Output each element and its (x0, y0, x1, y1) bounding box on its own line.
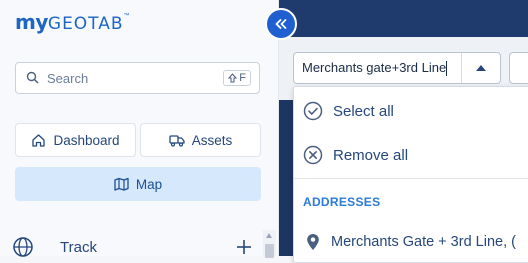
secondary-filter-box[interactable] (509, 52, 528, 84)
addresses-section-heading: ADDRESSES (303, 195, 381, 209)
select-all-option[interactable]: Select all (294, 91, 528, 131)
assets-label: Assets (191, 132, 233, 148)
caret-up-icon (476, 65, 486, 71)
collapse-sidebar-button[interactable] (265, 8, 297, 40)
main-content: Merchants gate+3rd Line Select all Remov… (279, 0, 528, 263)
truck-icon (169, 135, 185, 147)
assets-button[interactable]: Assets (140, 123, 261, 157)
home-icon (32, 133, 46, 147)
logo-my: my (15, 10, 48, 34)
address-filter-value: Merchants gate+3rd Line (302, 59, 461, 77)
address-result-text: Merchants Gate + 3rd Line, ( (331, 234, 516, 250)
scroll-up-arrow[interactable] (266, 233, 272, 238)
remove-all-option[interactable]: Remove all (294, 135, 528, 175)
address-dropdown-menu: Select all Remove all ADDRESSES Merchant… (293, 86, 528, 263)
top-bar (279, 0, 528, 37)
location-pin-icon (307, 234, 319, 250)
sidebar: my GEOTAB ™ Search F Dashboard Assets Ma… (0, 0, 279, 259)
address-filter-text: Merchants gate+3rd Line (302, 59, 447, 75)
remove-all-label: Remove all (333, 146, 409, 164)
dashboard-button[interactable]: Dashboard (15, 123, 136, 157)
x-circle-icon (303, 145, 323, 165)
address-filter-input[interactable]: Merchants gate+3rd Line (293, 52, 501, 84)
search-icon (26, 71, 39, 84)
chevron-double-left-icon (275, 19, 287, 29)
map-label: Map (135, 176, 163, 192)
dropdown-divider (294, 178, 528, 179)
search-placeholder: Search (47, 70, 89, 86)
globe-icon (13, 237, 33, 257)
shortcut-key: F (239, 72, 246, 84)
sidebar-item-track[interactable]: Track (12, 235, 252, 259)
search-input[interactable]: Search F (15, 62, 260, 94)
check-circle-icon (303, 101, 323, 121)
logo-geotab: GEOTAB (47, 14, 124, 34)
sidebar-scrollbar[interactable] (263, 230, 276, 258)
select-all-label: Select all (333, 102, 394, 120)
mygeotab-logo[interactable]: my GEOTAB ™ (15, 10, 130, 34)
dashboard-label: Dashboard (53, 132, 120, 148)
search-shortcut: F (223, 70, 251, 86)
dropdown-toggle[interactable] (461, 53, 500, 83)
map-icon (114, 177, 129, 191)
logo-trademark: ™ (123, 13, 130, 19)
plus-icon[interactable] (236, 239, 252, 255)
map-button[interactable]: Map (15, 167, 261, 201)
text-cursor (446, 61, 448, 77)
address-result-item[interactable]: Merchants Gate + 3rd Line, ( (306, 233, 528, 251)
track-label: Track (60, 238, 97, 256)
shift-icon (228, 73, 238, 83)
